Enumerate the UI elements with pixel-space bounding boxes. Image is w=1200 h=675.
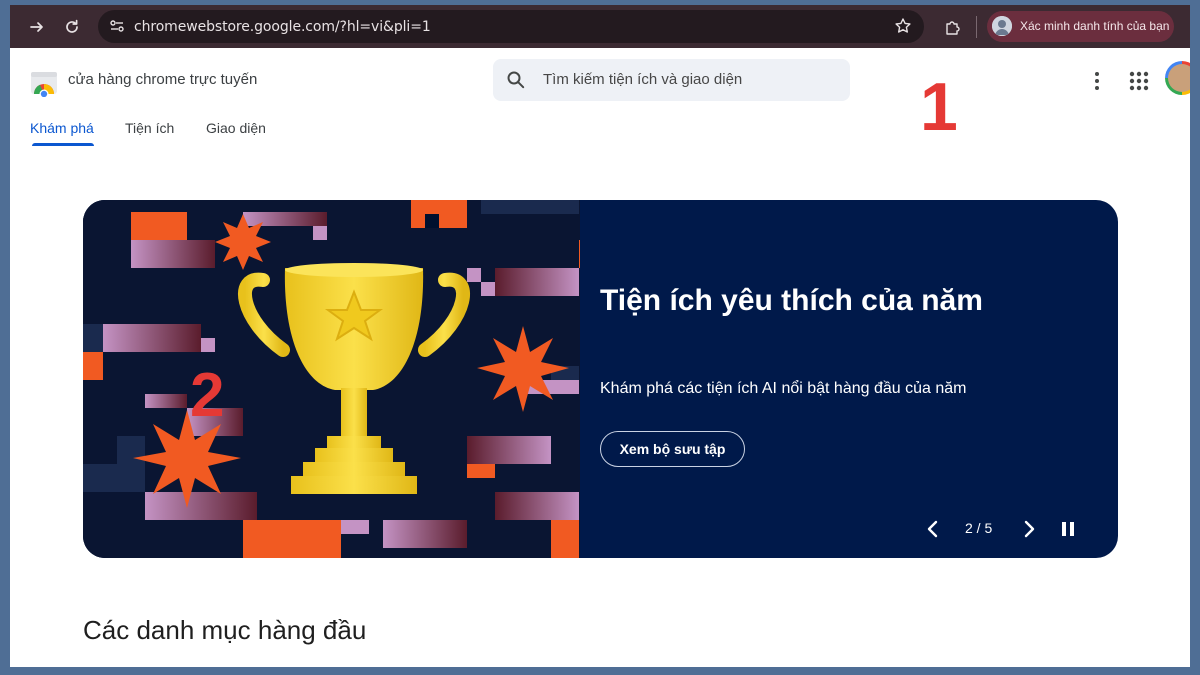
profile-chip[interactable]: Xác minh danh tính của bạn <box>987 11 1174 42</box>
tab-kham-pha[interactable]: Khám phá <box>30 120 94 136</box>
active-tab-indicator <box>32 143 94 146</box>
banner-title: Tiện ích yêu thích của năm <box>600 284 983 317</box>
store-title[interactable]: cửa hàng chrome trực tuyến <box>68 71 257 88</box>
annotation-marker-1: 1 <box>920 69 958 145</box>
top-categories-heading: Các danh mục hàng đầu <box>83 615 367 645</box>
extensions-puzzle-icon[interactable] <box>940 14 966 40</box>
chrome-web-store-logo-icon[interactable] <box>30 69 58 99</box>
banner-slide-counter: 2 / 5 <box>965 520 993 536</box>
banner-subtitle: Khám phá các tiện ích AI nổi bật hàng đầ… <box>600 380 967 397</box>
url-text[interactable]: chromewebstore.google.com/?hl=vi&pli=1 <box>134 19 431 35</box>
store-search-box[interactable]: Tìm kiếm tiện ích và giao diện <box>493 59 850 101</box>
toolbar-divider <box>976 16 977 38</box>
pause-icon[interactable] <box>1056 517 1080 541</box>
featured-banner[interactable]: Tiện ích yêu thích của năm Khám phá các … <box>83 200 1118 558</box>
account-avatar[interactable] <box>1165 61 1190 95</box>
chevron-left-icon[interactable] <box>921 517 945 541</box>
forward-arrow-icon[interactable] <box>24 14 50 40</box>
view-collection-button[interactable]: Xem bộ sưu tập <box>600 431 745 467</box>
browser-window: chromewebstore.google.com/?hl=vi&pli=1 X… <box>10 5 1190 667</box>
profile-avatar <box>992 16 1012 36</box>
chevron-right-icon[interactable] <box>1017 517 1041 541</box>
address-bar[interactable]: chromewebstore.google.com/?hl=vi&pli=1 <box>98 10 924 43</box>
site-settings-icon[interactable] <box>108 17 126 40</box>
banner-artwork <box>83 200 609 558</box>
tab-tien-ich[interactable]: Tiện ích <box>125 120 174 136</box>
bookmark-star-icon[interactable] <box>894 17 912 40</box>
google-apps-grid-icon[interactable] <box>1128 70 1150 92</box>
browser-toolbar: chromewebstore.google.com/?hl=vi&pli=1 X… <box>10 5 1190 48</box>
search-icon <box>506 70 526 95</box>
annotation-marker-2: 2 <box>190 361 225 430</box>
tab-giao-dien[interactable]: Giao diện <box>206 120 266 136</box>
more-options-icon[interactable] <box>1088 69 1106 93</box>
profile-chip-label: Xác minh danh tính của bạn <box>1020 19 1170 33</box>
search-placeholder: Tìm kiếm tiện ích và giao diện <box>543 71 743 88</box>
reload-icon[interactable] <box>59 14 85 40</box>
